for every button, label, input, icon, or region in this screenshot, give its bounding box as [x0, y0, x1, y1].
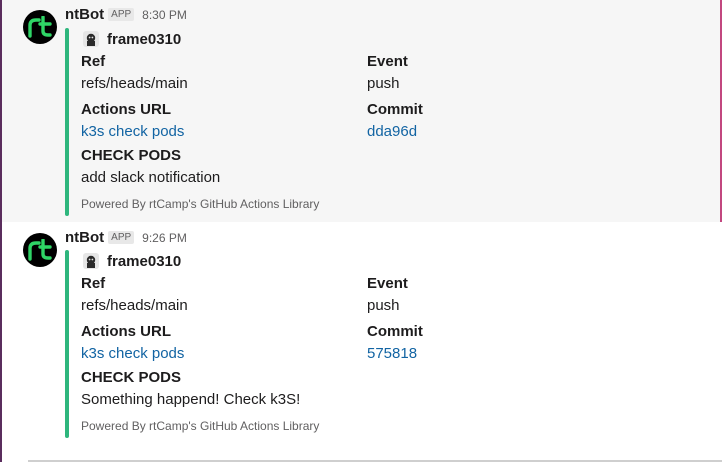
rt-logo-icon — [28, 239, 52, 261]
attachment-fields: Ref refs/heads/main Event push Actions U… — [81, 50, 681, 146]
field-event: Event push — [367, 274, 647, 316]
message-header: ntBot APP 8:30 PM — [65, 6, 187, 23]
attachment-fields: Ref refs/heads/main Event push Actions U… — [81, 272, 681, 368]
field-ref: Ref refs/heads/main — [81, 274, 361, 316]
actions-url-link[interactable]: k3s check pods — [81, 122, 361, 142]
attachment-footer: Powered By rtCamp's GitHub Actions Libra… — [81, 197, 320, 211]
author-name: frame0310 — [107, 252, 182, 270]
field-event: Event push — [367, 52, 647, 94]
field-title: Actions URL — [81, 323, 171, 340]
attachment: frame0310 Ref refs/heads/main Event push… — [81, 28, 681, 212]
field-actions-url: Actions URL k3s check pods — [81, 100, 361, 142]
field-commit: Commit 575818 — [367, 322, 647, 364]
field-title: Event — [367, 53, 408, 70]
field-title: Commit — [367, 101, 423, 118]
message-header: ntBot APP 9:26 PM — [65, 229, 187, 246]
attachment-title: CHECK PODS — [81, 369, 182, 386]
commit-link[interactable]: 575818 — [367, 344, 647, 364]
field-ref: Ref refs/heads/main — [81, 52, 361, 94]
field-title: Actions URL — [81, 101, 171, 118]
author-name: frame0310 — [107, 30, 182, 48]
attachment: frame0310 Ref refs/heads/main Event push… — [81, 250, 681, 434]
attachment-color-bar — [65, 250, 69, 438]
field-value: push — [367, 75, 400, 92]
author-avatar-icon — [83, 31, 99, 47]
rt-logo-icon — [28, 16, 52, 38]
field-title: Event — [367, 275, 408, 292]
field-value: refs/heads/main — [81, 75, 188, 92]
field-commit: Commit dda96d — [367, 100, 647, 142]
attachment-text: Something happend! Check k3S! — [81, 391, 301, 408]
bot-avatar[interactable] — [23, 233, 57, 267]
attachment-title: CHECK PODS — [81, 147, 182, 164]
message: ntBot APP 8:30 PM frame0310 Ref refs/hea… — [2, 0, 720, 222]
timestamp[interactable]: 8:30 PM — [142, 8, 187, 22]
field-title: Ref — [81, 275, 106, 292]
attachment-text: add slack notification — [81, 169, 221, 186]
author-avatar-icon — [83, 253, 99, 269]
timestamp[interactable]: 9:26 PM — [142, 231, 187, 245]
field-actions-url: Actions URL k3s check pods — [81, 322, 361, 364]
app-badge: APP — [108, 8, 135, 21]
sender-name[interactable]: ntBot — [65, 6, 104, 23]
sender-name[interactable]: ntBot — [65, 229, 104, 246]
app-badge: APP — [108, 231, 135, 244]
field-title: Commit — [367, 323, 423, 340]
attachment-author: frame0310 — [81, 250, 681, 272]
commit-link[interactable]: dda96d — [367, 122, 647, 142]
attachment-footer: Powered By rtCamp's GitHub Actions Libra… — [81, 419, 320, 433]
attachment-author: frame0310 — [81, 28, 681, 50]
bot-avatar[interactable] — [23, 10, 57, 44]
field-value: push — [367, 297, 400, 314]
message: ntBot APP 9:26 PM frame0310 Ref refs/hea… — [2, 222, 720, 460]
attachment-color-bar — [65, 28, 69, 216]
field-value: refs/heads/main — [81, 297, 188, 314]
actions-url-link[interactable]: k3s check pods — [81, 344, 361, 364]
field-title: Ref — [81, 53, 106, 70]
